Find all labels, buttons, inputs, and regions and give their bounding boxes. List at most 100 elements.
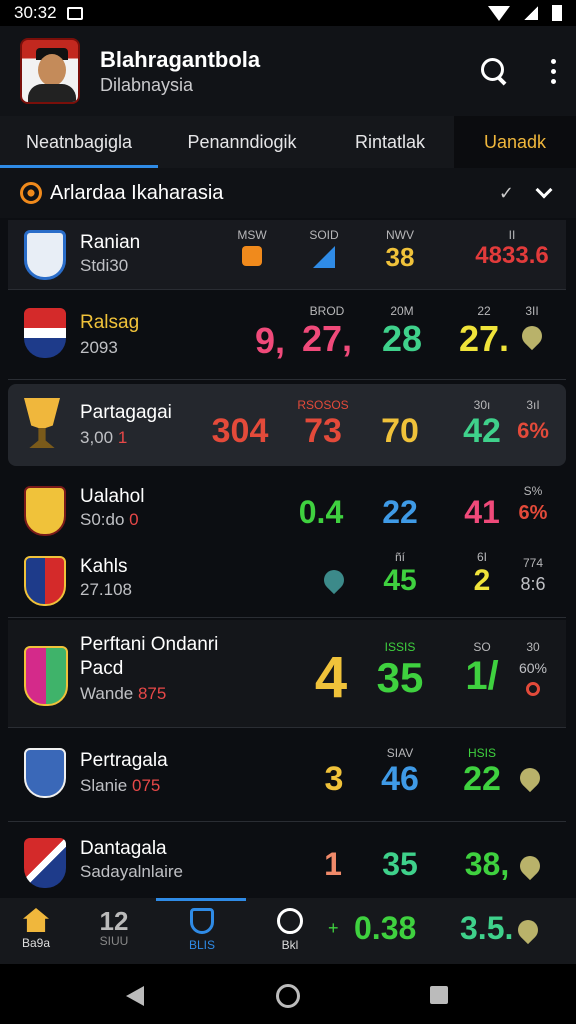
stat-cell: 6I 2 <box>454 550 510 598</box>
chart-icon <box>313 246 335 268</box>
stat-cell: 304 <box>204 412 276 451</box>
football-icon <box>20 182 42 204</box>
stat-value: 4 <box>314 645 348 710</box>
home-button-icon[interactable] <box>276 984 300 1008</box>
team-subtext: Stdi30 <box>80 256 129 275</box>
team-row[interactable]: Ranian Stdi30 MSW SOID NWV 38 II 4833.6 <box>8 220 566 290</box>
team-name: Kahls <box>80 556 128 577</box>
stat-label: II <box>508 228 516 242</box>
location-pin-icon <box>517 321 547 351</box>
stat-value: 35 <box>376 654 424 701</box>
stat-cell: 1 <box>318 846 348 883</box>
stat-value: 28 <box>381 318 423 359</box>
stat-cell: 20M 28 <box>372 304 432 360</box>
app-subtitle: Dilabnaysia <box>100 74 194 95</box>
stat-label: SIAV <box>386 746 414 760</box>
status-bar: 30:32 <box>0 0 576 26</box>
recent-apps-icon[interactable] <box>430 986 448 1004</box>
team-row[interactable]: Ualahol S0:do 0 0.4 22 41 S% 6% <box>8 470 566 548</box>
home-icon <box>23 908 49 932</box>
team-name: Perftani Ondanri <box>80 634 219 655</box>
stat-value: 22 <box>382 494 418 530</box>
team-row[interactable]: Dantagala Sadayalnlaire 1 35 38, <box>8 822 566 898</box>
location-pin-icon <box>515 763 545 793</box>
row-divider <box>8 379 566 380</box>
team-subtext-main: 3,00 <box>80 428 114 447</box>
app-bar-actions <box>481 58 556 84</box>
stat-cell: MSW <box>232 228 272 266</box>
stat-label: 774 <box>522 556 544 570</box>
stat-cell: 3 <box>314 760 354 799</box>
plus-sign: + <box>328 918 339 938</box>
check-icon[interactable]: ✓ <box>499 183 514 204</box>
team-name: Pertragala <box>80 750 168 771</box>
stat-label: 3ıI <box>526 398 540 412</box>
tab-1[interactable]: Neatnbagigla <box>0 116 158 168</box>
back-icon[interactable] <box>126 986 144 1006</box>
team-subtext: S0:do 0 <box>80 510 139 530</box>
stat-cell: SOID <box>304 228 344 268</box>
stat-label: NWV <box>386 228 414 242</box>
more-options-icon[interactable] <box>551 58 556 84</box>
team-subtext: 3,00 1 <box>80 428 127 448</box>
team-subtext-red: 1 <box>117 428 128 447</box>
stat-value: 60% <box>518 660 548 676</box>
nav-home[interactable]: Ba9a <box>16 908 56 950</box>
stat-cell: 774 8:6 <box>510 556 556 595</box>
stat-value: 38, <box>464 846 510 882</box>
nav-label: Bkl <box>281 938 299 952</box>
stat-cell: 22 <box>372 494 428 531</box>
league-header[interactable]: Arlardaa Ikaharasia ✓ <box>0 168 576 218</box>
profile-avatar[interactable] <box>20 38 80 104</box>
stat-cell: SO 1/ <box>454 640 510 699</box>
team-row[interactable]: Perftani Ondanri Pacd Wande 875 4 ISSIS … <box>8 620 566 728</box>
team-row[interactable]: Pertragala Slanie 075 3 SIAV 46 HSIS 22 <box>8 730 566 822</box>
bottom-navigation: Ba9a 12 SIUU BLIS Bkl + 0.38 3.5. <box>0 898 576 964</box>
chevron-down-icon[interactable] <box>535 181 553 199</box>
tab-3[interactable]: Rintatlak <box>326 116 454 168</box>
team-row-highlighted[interactable]: Partagagai 3,00 1 304 RSOSOS 73 70 30ı 4… <box>8 384 566 466</box>
tab-2[interactable]: Penanndiogik <box>158 116 326 168</box>
stat-cell: 4 <box>308 644 354 711</box>
stat-cell: S% 6% <box>510 484 556 525</box>
soccer-ball-icon <box>277 908 303 934</box>
league-title: Arlardaa Ikaharasia <box>50 181 224 204</box>
stat-label: RSOSOS <box>297 398 349 412</box>
team-subtext: 2093 <box>80 338 118 357</box>
team-subtext: 27.108 <box>80 580 132 599</box>
nav-matches[interactable]: Bkl <box>270 908 310 952</box>
stat-cell: BROD 27, <box>292 304 362 360</box>
stat-label: ñí <box>394 550 405 564</box>
team-row[interactable]: Kahls 27.108 ñí 45 6I 2 774 8:6 <box>8 548 566 618</box>
alert-icon <box>526 682 540 696</box>
team-name-line2: Pacd <box>80 658 124 679</box>
nav-stats[interactable]: 12 SIUU <box>94 908 134 948</box>
stat-value: 73 <box>304 412 342 450</box>
avatar-suit <box>28 84 76 102</box>
nav-stat-value: 3.5. <box>460 910 514 946</box>
stat-label: S% <box>523 484 543 498</box>
team-row[interactable]: Ralsag 2093 9, BROD 27, 20M 28 22 27. 3I… <box>8 290 566 380</box>
shield-icon <box>190 908 214 934</box>
avatar-face <box>38 54 66 86</box>
team-crest <box>24 308 66 358</box>
nav-club[interactable]: BLIS <box>180 908 224 952</box>
search-icon[interactable] <box>481 58 507 84</box>
stat-cell: 41 <box>454 494 510 531</box>
tab-4[interactable]: Uanadk <box>454 116 576 168</box>
stat-cell: 30ı 42 <box>454 398 510 451</box>
stat-value: 70 <box>381 412 419 450</box>
stat-label: 3II <box>525 304 539 318</box>
stat-value: 0.4 <box>298 494 344 530</box>
stat-value: 41 <box>464 494 500 530</box>
stat-value: 35 <box>382 846 418 882</box>
team-subtext-red: 075 <box>132 776 161 795</box>
nav-label: BLIS <box>188 938 215 952</box>
stat-cell: RSOSOS 73 <box>292 398 354 451</box>
stat-value: 8:6 <box>520 574 546 594</box>
team-subtext: Sadayalnlaire <box>80 862 184 881</box>
row-divider <box>8 617 566 618</box>
clock: 30:32 <box>14 3 57 22</box>
stat-value: 1/ <box>465 654 499 698</box>
stat-label: 20M <box>390 304 414 318</box>
